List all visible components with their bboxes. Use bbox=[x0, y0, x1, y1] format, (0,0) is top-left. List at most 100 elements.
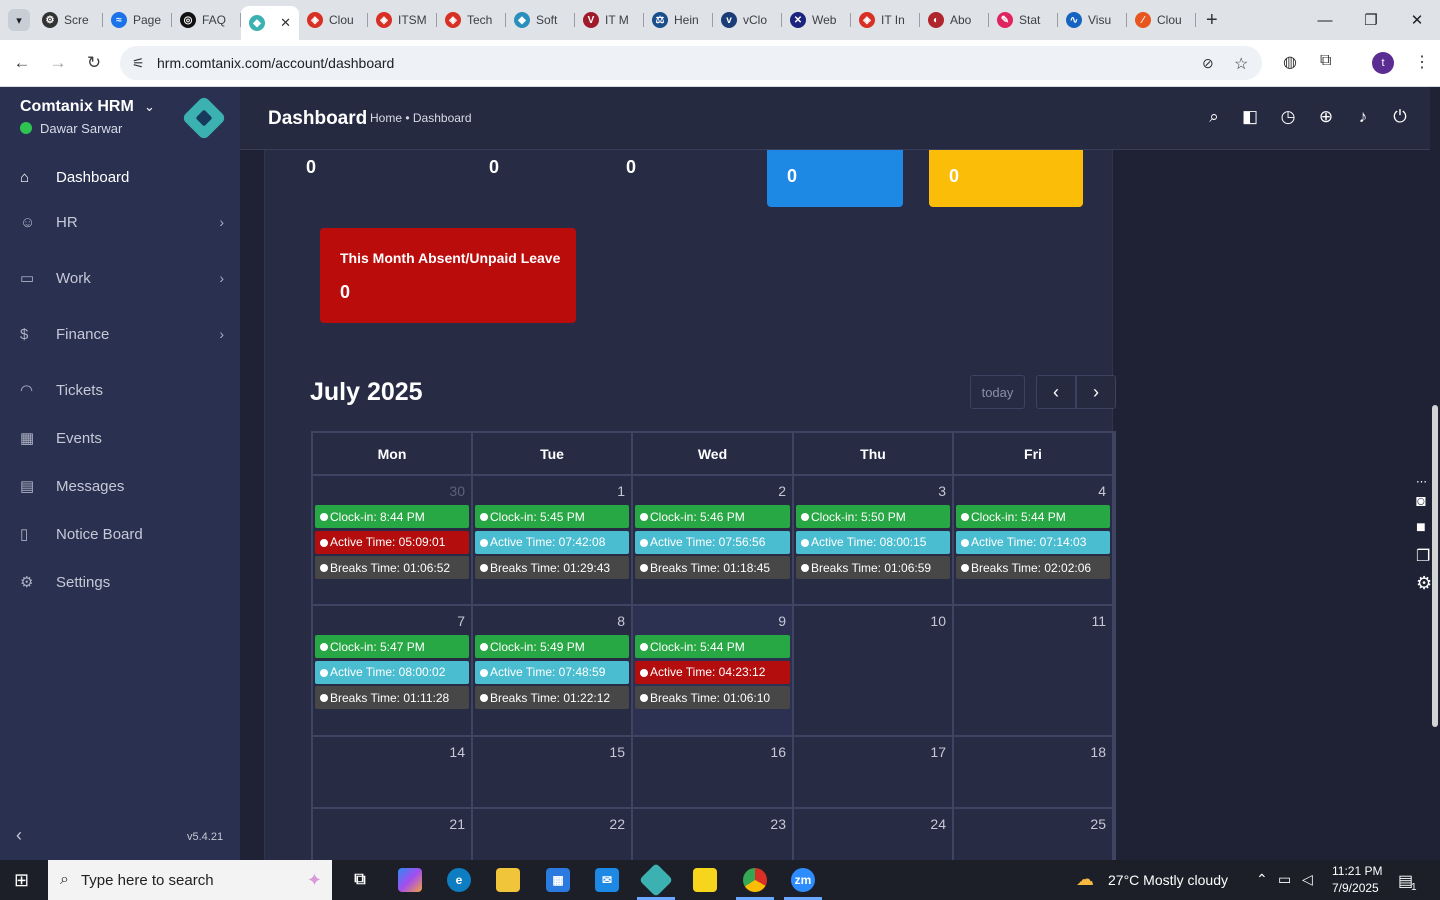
sticky-note-icon[interactable]: ◧ bbox=[1240, 107, 1260, 127]
next-month-button[interactable]: › bbox=[1076, 375, 1116, 409]
windows-icon[interactable]: ❐ bbox=[1416, 546, 1430, 566]
comtanix-app-icon[interactable] bbox=[639, 863, 673, 897]
reload-button[interactable]: ↻ bbox=[76, 45, 112, 81]
floating-tools-handle-icon[interactable]: ⋯ bbox=[1416, 475, 1427, 488]
browser-tab[interactable]: ◈ Clou bbox=[299, 5, 368, 35]
calendar-day-number[interactable]: 14 bbox=[449, 744, 465, 760]
mail-icon[interactable]: ✉ bbox=[595, 868, 619, 892]
sticky-notes-icon[interactable] bbox=[693, 868, 717, 892]
sidebar-item-dashboard[interactable]: ⌂ Dashboard bbox=[0, 157, 240, 197]
eye-off-icon[interactable]: ⊘ bbox=[1202, 55, 1214, 72]
calendar-day-number[interactable]: 17 bbox=[930, 744, 946, 760]
calendar-day-cell[interactable]: 8 Clock-in: 5:49 PM Active Time: 07:48:59 B… bbox=[473, 606, 633, 737]
tab-search-dropdown[interactable]: ▾ bbox=[8, 9, 30, 31]
minimize-window-button[interactable]: — bbox=[1302, 0, 1348, 40]
today-button[interactable]: today bbox=[970, 375, 1025, 409]
browser-tab[interactable]: ◆ Soft bbox=[506, 5, 575, 35]
brand-name[interactable]: Comtanix HRM bbox=[20, 98, 134, 116]
absent-leave-card[interactable]: This Month Absent/Unpaid Leave 0 bbox=[320, 228, 576, 323]
calendar-event[interactable]: Active Time: 07:48:59 bbox=[475, 660, 629, 684]
calendar-day-number[interactable]: 21 bbox=[449, 816, 465, 832]
calendar-day-cell[interactable]: 24 bbox=[794, 809, 954, 860]
address-bar[interactable]: ⚟ hrm.comtanix.com/account/dashboard ⊘ ☆ bbox=[120, 46, 1262, 80]
calendar-day-number[interactable]: 9 bbox=[778, 613, 786, 629]
sidebar-item-settings[interactable]: ⚙ Settings bbox=[0, 562, 240, 602]
calendar-day-number[interactable]: 7 bbox=[457, 613, 465, 629]
new-tab-button[interactable]: + bbox=[1206, 9, 1218, 32]
sidebar-item-notice-board[interactable]: ▯ Notice Board bbox=[0, 514, 240, 554]
forward-button[interactable]: → bbox=[40, 45, 76, 81]
tray-chevron-up-icon[interactable]: ⌃ bbox=[1256, 871, 1268, 888]
browser-tab[interactable]: ✕ Web bbox=[782, 5, 851, 35]
calendar-day-cell[interactable]: 16 bbox=[633, 737, 794, 809]
browser-tab[interactable]: ◈ Tech bbox=[437, 5, 506, 35]
calendar-event[interactable]: Active Time: 08:00:15 bbox=[796, 530, 950, 554]
copilot-icon[interactable] bbox=[398, 868, 422, 892]
calendar-event[interactable]: Clock-in: 8:44 PM bbox=[315, 505, 469, 528]
sidebar-item-work[interactable]: ▭ Work › bbox=[0, 258, 240, 298]
blue-stat-card[interactable]: 0 bbox=[767, 150, 903, 207]
calendar-event[interactable]: Active Time: 07:56:56 bbox=[635, 530, 790, 554]
calendar-event[interactable]: Clock-in: 5:49 PM bbox=[475, 635, 629, 658]
calendar-event[interactable]: Breaks Time: 01:29:43 bbox=[475, 556, 629, 579]
zoom-icon[interactable]: zm bbox=[791, 868, 815, 892]
calendar-day-number[interactable]: 15 bbox=[609, 744, 625, 760]
browser-menu-icon[interactable]: ⋮ bbox=[1414, 52, 1430, 72]
calendar-day-number[interactable]: 2 bbox=[778, 483, 786, 499]
profile-avatar[interactable]: t bbox=[1372, 52, 1394, 74]
add-circle-icon[interactable]: ⊕ bbox=[1316, 107, 1336, 127]
tab-close-icon[interactable]: ✕ bbox=[280, 15, 291, 31]
volume-icon[interactable]: ◁ bbox=[1302, 871, 1313, 888]
weather-text[interactable]: 27°C Mostly cloudy bbox=[1108, 872, 1228, 888]
calendar-day-cell[interactable]: 9 Clock-in: 5:44 PM Active Time: 04:23:12 B… bbox=[633, 606, 794, 737]
clock-icon[interactable]: ◷ bbox=[1278, 107, 1298, 127]
calendar-day-number[interactable]: 11 bbox=[1091, 613, 1106, 629]
sidebar-item-events[interactable]: ▦ Events bbox=[0, 418, 240, 458]
browser-tab[interactable]: ⚖ Hein bbox=[644, 5, 713, 35]
calendar-day-number[interactable]: 24 bbox=[930, 816, 946, 832]
calendar-day-number[interactable]: 4 bbox=[1098, 483, 1106, 499]
video-icon[interactable]: ■ bbox=[1416, 519, 1426, 537]
collapse-sidebar-icon[interactable]: ‹ bbox=[16, 825, 22, 846]
calendar-event[interactable]: Clock-in: 5:45 PM bbox=[475, 505, 629, 528]
restore-window-button[interactable]: ❐ bbox=[1348, 0, 1394, 40]
calendar-event[interactable]: Active Time: 07:14:03 bbox=[956, 530, 1110, 554]
clock-date[interactable]: 7/9/2025 bbox=[1332, 881, 1379, 895]
camera-icon[interactable]: ◙ bbox=[1416, 493, 1426, 511]
calendar-day-cell[interactable]: 18 bbox=[954, 737, 1114, 809]
browser-tab[interactable]: v vClo bbox=[713, 5, 782, 35]
power-icon[interactable]: ⏻ bbox=[1390, 107, 1410, 127]
bell-icon[interactable]: ♪ bbox=[1353, 107, 1373, 127]
calendar-day-cell[interactable]: 11 bbox=[954, 606, 1114, 737]
calendar-event[interactable]: Active Time: 08:00:02 bbox=[315, 660, 469, 684]
browser-tab[interactable]: ✎ Stat bbox=[989, 5, 1058, 35]
browser-tab[interactable]: ∕ Clou bbox=[1127, 5, 1196, 35]
calendar-day-cell[interactable]: 4 Clock-in: 5:44 PM Active Time: 07:14:03 B… bbox=[954, 476, 1114, 606]
calendar-event[interactable]: Clock-in: 5:46 PM bbox=[635, 505, 790, 528]
yellow-stat-card[interactable]: 0 bbox=[929, 150, 1083, 207]
calendar-day-cell[interactable]: 14 bbox=[313, 737, 473, 809]
calendar-day-cell[interactable]: 22 bbox=[473, 809, 633, 860]
calendar-event[interactable]: Breaks Time: 01:22:12 bbox=[475, 686, 629, 709]
calendar-day-number[interactable]: 16 bbox=[770, 744, 786, 760]
calendar-event[interactable]: Breaks Time: 01:06:10 bbox=[635, 686, 790, 709]
calendar-event[interactable]: Clock-in: 5:50 PM bbox=[796, 505, 950, 528]
calendar-event[interactable]: Active Time: 04:23:12 bbox=[635, 660, 790, 684]
extensions-icon[interactable]: ⧉ bbox=[1320, 52, 1331, 70]
windows-start-icon[interactable]: ⊞ bbox=[14, 870, 29, 891]
sidebar-item-finance[interactable]: $ Finance › bbox=[0, 314, 240, 354]
calendar-day-number[interactable]: 10 bbox=[930, 613, 946, 629]
calendar-day-cell[interactable]: 30 Clock-in: 8:44 PM Active Time: 05:09:01… bbox=[313, 476, 473, 606]
bookmark-star-icon[interactable]: ☆ bbox=[1234, 54, 1248, 74]
sidebar-item-hr[interactable]: ☺ HR › bbox=[0, 202, 240, 242]
calendar-event[interactable]: Clock-in: 5:44 PM bbox=[635, 635, 790, 658]
page-scrollbar[interactable] bbox=[1432, 405, 1438, 727]
calendar-day-cell[interactable]: 23 bbox=[633, 809, 794, 860]
calendar-day-number[interactable]: 22 bbox=[609, 816, 625, 832]
weather-cloud-icon[interactable]: ☁ bbox=[1076, 869, 1094, 890]
chrome-icon[interactable] bbox=[743, 868, 767, 892]
chevron-down-icon[interactable]: ⌄ bbox=[144, 99, 155, 115]
site-info-icon[interactable]: ⚟ bbox=[132, 55, 145, 72]
file-explorer-icon[interactable] bbox=[496, 868, 520, 892]
calendar-event[interactable]: Clock-in: 5:47 PM bbox=[315, 635, 469, 658]
